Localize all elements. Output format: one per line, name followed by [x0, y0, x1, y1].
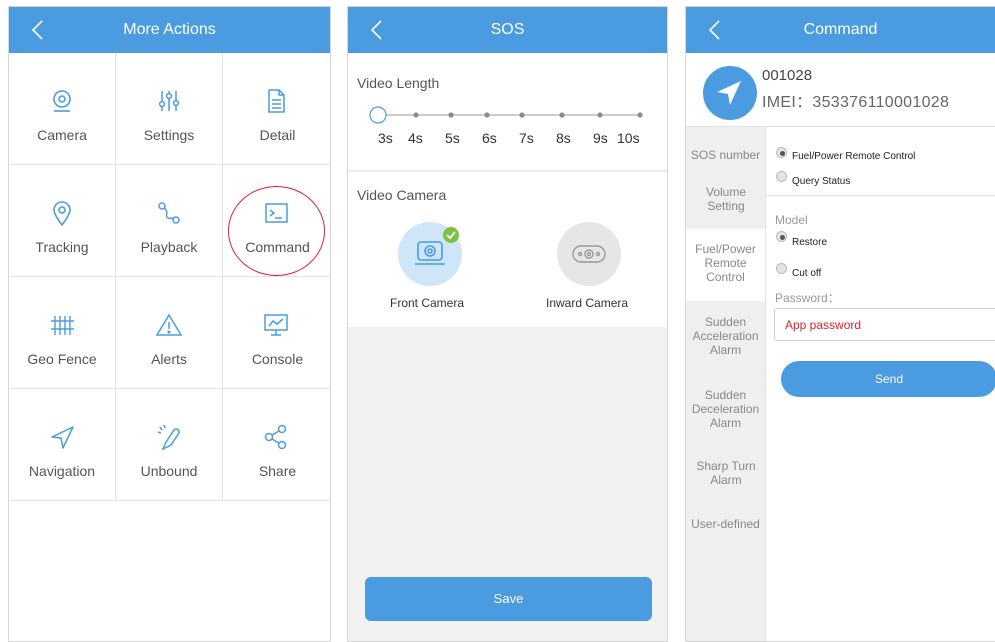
action-console[interactable]: Console	[223, 277, 330, 389]
action-tracking[interactable]: Tracking	[9, 165, 116, 277]
sidebar-item-sudden-acceleration[interactable]: Sudden Acceleration Alarm	[686, 315, 765, 357]
send-button[interactable]: Send	[781, 361, 995, 397]
length-option[interactable]: 7s	[519, 130, 534, 146]
length-option[interactable]: 8s	[556, 130, 571, 146]
inward-camera-option[interactable]	[557, 222, 621, 286]
sidebar-item-sharp-turn[interactable]: Sharp Turn Alarm	[690, 459, 762, 487]
device-id: 001028	[762, 67, 813, 84]
action-label: Navigation	[28, 463, 96, 479]
sos-screen: SOS Video Length 3s 4s 5s 6s 7s 8s 9s 10…	[347, 6, 668, 642]
password-field[interactable]: App password	[774, 308, 995, 341]
location-pin-icon	[53, 201, 71, 227]
length-option[interactable]: 6s	[482, 130, 497, 146]
radio-cut-off[interactable]	[776, 263, 787, 274]
inward-camera-label: Inward Camera	[546, 296, 629, 310]
sidebar-item-fuel-power[interactable]: Fuel/Power Remote Control	[686, 229, 765, 301]
radio-restore[interactable]	[776, 231, 787, 242]
monitor-chart-icon	[264, 314, 288, 336]
sliders-icon	[158, 91, 180, 111]
radio-query-status[interactable]	[776, 171, 787, 182]
length-option[interactable]: 4s	[408, 130, 423, 146]
divider	[766, 195, 995, 196]
front-camera-label: Front Camera	[390, 296, 465, 310]
device-avatar	[703, 66, 757, 120]
action-settings[interactable]: Settings	[116, 53, 223, 165]
command-content: Fuel/Power Remote Control Query Status M…	[765, 127, 995, 641]
action-label: Tracking	[35, 239, 89, 255]
video-camera-section: Video Camera Front Camera Inward Camera	[348, 172, 667, 327]
video-length-label: Video Length	[357, 75, 440, 91]
device-imei: IMEI：353376110001028	[762, 94, 950, 111]
action-unbound[interactable]: Unbound	[116, 389, 223, 501]
option-label: Cut off	[792, 268, 822, 279]
sidebar-item-volume-setting[interactable]: Volume Setting	[690, 185, 762, 213]
action-label: Playback	[140, 239, 198, 255]
action-share[interactable]: Share	[223, 389, 330, 501]
video-camera-label: Video Camera	[357, 187, 447, 203]
action-label: Share	[258, 463, 297, 479]
model-label: Model	[775, 213, 808, 227]
sidebar-item-label: Fuel/Power Remote Control	[695, 242, 756, 284]
action-geo-fence[interactable]: Geo Fence	[9, 277, 116, 389]
unlink-icon	[157, 424, 180, 451]
option-label: Fuel/Power Remote Control	[792, 151, 916, 162]
action-label: Alerts	[151, 351, 187, 367]
action-label: Camera	[37, 127, 87, 143]
document-icon	[268, 89, 285, 113]
share-icon	[264, 424, 287, 450]
action-detail[interactable]: Detail	[223, 53, 330, 165]
password-label: Password：	[775, 291, 840, 305]
action-label: Settings	[143, 127, 195, 143]
sidebar-item-sudden-deceleration[interactable]: Sudden Deceleration Alarm	[686, 388, 765, 430]
action-camera[interactable]: Camera	[9, 53, 116, 165]
sidebar-item-sos-number[interactable]: SOS number	[686, 148, 765, 162]
check-badge-icon	[443, 227, 459, 243]
video-length-slider[interactable]	[362, 103, 652, 127]
command-screen: Command 001028 IMEI：353376110001028 SOS …	[685, 6, 995, 642]
more-actions-header: More Actions	[9, 7, 330, 53]
page-title: SOS	[490, 21, 525, 38]
action-label: Console	[251, 351, 304, 367]
option-label: Query Status	[792, 176, 851, 187]
length-option[interactable]: 10s	[617, 130, 640, 146]
action-label: Unbound	[140, 463, 198, 479]
page-title: More Actions	[123, 21, 216, 38]
route-icon	[158, 202, 180, 224]
inward-camera-icon	[572, 245, 606, 263]
option-label: Restore	[792, 237, 828, 248]
action-playback[interactable]: Playback	[116, 165, 223, 277]
device-info: 001028 IMEI：353376110001028	[686, 53, 995, 127]
more-actions-screen: More Actions Camera Settings Detail Trac…	[8, 6, 331, 642]
slider-thumb	[369, 106, 387, 124]
sos-header: SOS	[348, 7, 667, 53]
highlight-circle	[228, 186, 325, 276]
fence-icon	[51, 316, 74, 335]
navigation-arrow-icon	[51, 426, 74, 449]
action-label: Detail	[259, 127, 296, 143]
radio-fuel-power[interactable]	[776, 147, 787, 158]
length-option[interactable]: 9s	[593, 130, 608, 146]
warning-icon	[155, 313, 183, 336]
command-header: Command	[686, 7, 995, 53]
navigation-arrow-icon	[717, 81, 741, 105]
sidebar-item-user-defined[interactable]: User-defined	[686, 517, 765, 531]
save-button[interactable]: Save	[365, 577, 652, 621]
command-sidebar: SOS number Volume Setting Fuel/Power Rem…	[686, 127, 765, 641]
page-title: Command	[803, 21, 878, 38]
action-navigation[interactable]: Navigation	[9, 389, 116, 501]
camera-icon	[53, 90, 71, 112]
action-alerts[interactable]: Alerts	[116, 277, 223, 389]
action-label: Geo Fence	[27, 351, 97, 367]
length-option[interactable]: 3s	[378, 130, 393, 146]
length-option[interactable]: 5s	[445, 130, 460, 146]
